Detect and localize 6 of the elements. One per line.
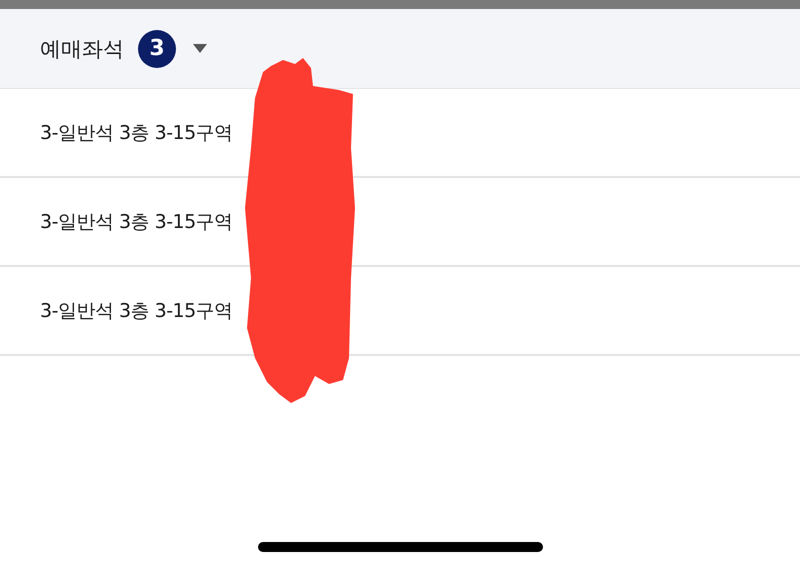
seat-label: 3-일반석 3층 3-15구역: [40, 210, 233, 234]
seat-label: 3-일반석 3층 3-15구역: [40, 120, 233, 146]
caret-icon[interactable]: [193, 44, 207, 53]
count-badge: 3: [138, 30, 176, 68]
section-title[interactable]: 예매좌석: [40, 34, 124, 62]
seat-label: 3-일반석 3층 3-15구역: [40, 298, 233, 324]
